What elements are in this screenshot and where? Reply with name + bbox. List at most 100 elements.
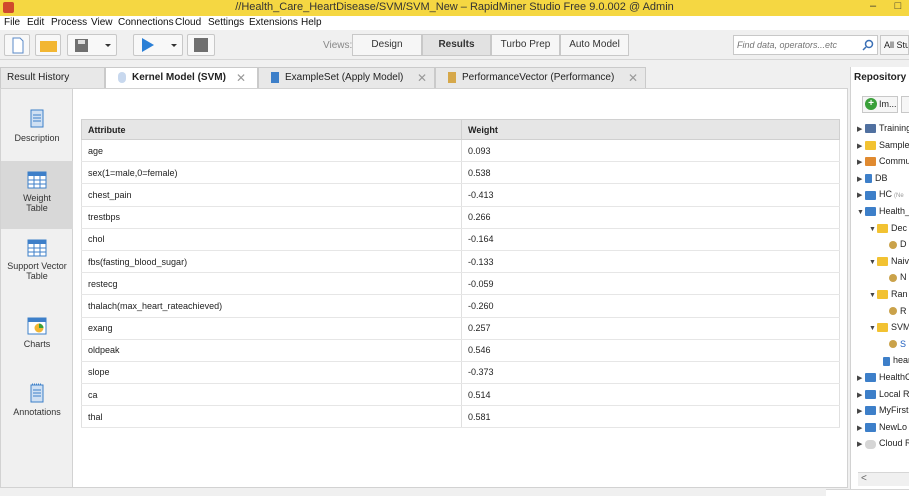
repository-item-label: hear [893,355,909,366]
menu-process[interactable]: Process [51,17,87,28]
sidebar-item-label: Annotations [13,407,61,417]
menu-settings[interactable]: Settings [208,17,244,28]
repository-item[interactable]: ▶ MyFirst [857,403,909,417]
view-results-button[interactable]: Results [422,34,491,56]
expand-arrow-icon[interactable]: ▶ [857,372,865,386]
table-row[interactable]: thal 0.581 [81,405,840,429]
repository-item[interactable]: ▼ Naiv [869,254,909,268]
table-row[interactable]: slope -0.373 [81,361,840,385]
repository-item[interactable]: ▼ Ran [869,287,908,301]
menu-connections[interactable]: Connections [118,17,174,28]
expand-arrow-icon[interactable]: ▶ [857,405,865,419]
table-row[interactable]: sex(1=male,0=female) 0.538 [81,161,840,185]
repository-item[interactable]: D [881,237,907,251]
repository-item[interactable]: ▶ HC (Ne [857,187,904,201]
repository-item[interactable]: ▶ HealthC [857,370,909,384]
save-process-button[interactable] [67,34,117,56]
menu-edit[interactable]: Edit [27,17,44,28]
collapse-arrow-icon[interactable]: ▼ [869,322,877,336]
minimize-button[interactable]: – [866,0,880,12]
global-search-input[interactable] [734,36,854,54]
repository-horizontal-scrollbar[interactable]: < [858,472,909,486]
table-row[interactable]: chol -0.164 [81,228,840,251]
repository-item-label: HealthC [879,372,909,382]
tab-performance-vector[interactable]: PerformanceVector (Performance) ✕ [435,67,646,88]
table-row[interactable]: restecg -0.059 [81,272,840,296]
sidebar-item-charts[interactable]: Charts [1,313,73,357]
import-data-button[interactable]: + Im... [862,96,898,113]
repository-item[interactable]: N [881,270,907,284]
tab-label: PerformanceVector (Performance) [462,72,615,83]
folder-icon [877,290,888,300]
collapse-arrow-icon[interactable]: ▼ [869,223,877,237]
expand-arrow-icon[interactable]: ▶ [857,173,865,187]
repository-menu-button[interactable] [901,96,909,113]
weight-cell: -0.059 [461,272,840,296]
open-process-button[interactable] [35,34,61,56]
table-row[interactable]: oldpeak 0.546 [81,339,840,362]
collapse-arrow-icon[interactable]: ▼ [857,206,865,220]
table-row[interactable]: exang 0.257 [81,317,840,340]
expand-arrow-icon[interactable]: ▶ [857,156,865,170]
close-icon[interactable]: ✕ [417,68,427,88]
expand-arrow-icon[interactable]: ▶ [857,438,865,452]
close-icon[interactable]: ✕ [628,68,638,88]
table-row[interactable]: thalach(max_heart_rateachieved) -0.260 [81,294,840,318]
close-icon[interactable]: ✕ [236,68,246,88]
repository-item[interactable]: ▶ Community [857,154,909,168]
view-design-button[interactable]: Design [352,34,422,56]
menu-view[interactable]: View [91,17,113,28]
sidebar-item-weight-table[interactable]: Weight Table [1,161,73,229]
repository-item[interactable]: ▶ Cloud R [857,436,909,450]
sidebar-item-description[interactable]: Description [1,105,73,163]
repository-item[interactable]: ▶ Samples [857,138,909,152]
run-process-button[interactable] [133,34,183,56]
menu-help[interactable]: Help [301,17,322,28]
column-header-attribute[interactable]: Attribute [81,119,462,140]
table-row[interactable]: chest_pain -0.413 [81,183,840,207]
expand-arrow-icon[interactable]: ▶ [857,389,865,403]
menu-file[interactable]: File [4,17,20,28]
repository-item[interactable]: ▶ DB [857,171,888,185]
menu-extensions[interactable]: Extensions [249,17,298,28]
account-dropdown[interactable]: All Stu [880,35,909,55]
repository-item[interactable]: ▼ Dec [869,221,907,235]
repository-item[interactable]: ▶ Local R [857,387,909,401]
tab-kernel-model[interactable]: Kernel Model (SVM) ✕ [105,67,258,89]
repository-item[interactable]: ▶ NewLo [857,420,907,434]
expand-arrow-icon[interactable]: ▶ [857,189,865,203]
weight-cell: -0.413 [461,183,840,207]
repository-item[interactable]: R [881,304,907,318]
collapse-arrow-icon[interactable]: ▼ [869,289,877,303]
sidebar-item-support-vector-table[interactable]: Support Vector Table [1,235,73,295]
repository-item[interactable]: S [881,337,906,351]
sidebar-item-annotations[interactable]: Annotations [1,379,73,425]
repository-item[interactable]: hear [875,353,909,367]
collapse-arrow-icon[interactable]: ▼ [869,256,877,270]
expand-arrow-icon[interactable]: ▶ [857,422,865,436]
weight-cell: 0.538 [461,161,840,185]
new-process-button[interactable] [4,34,30,56]
search-icon[interactable] [862,39,874,51]
view-turbo-prep-button[interactable]: Turbo Prep [491,34,560,56]
expand-arrow-icon[interactable]: ▶ [857,123,865,137]
repository-item[interactable]: ▶ Training [857,121,909,135]
view-auto-model-button[interactable]: Auto Model [560,34,629,56]
status-strip [826,489,909,496]
expand-arrow-icon[interactable]: ▶ [857,140,865,154]
menu-cloud[interactable]: Cloud [175,17,201,28]
restore-button[interactable]: □ [891,0,905,12]
scroll-left-icon[interactable]: < [861,473,867,484]
stop-process-button[interactable] [187,34,215,56]
charts-icon [27,317,47,335]
table-row[interactable]: fbs(fasting_blood_sugar) -0.133 [81,250,840,274]
table-row[interactable]: trestbps 0.266 [81,206,840,229]
repository-item[interactable]: ▼ Health_ [857,204,909,218]
repository-item[interactable]: ▼ SVM [869,320,909,334]
table-row[interactable]: age 0.093 [81,139,840,163]
table-row[interactable]: ca 0.514 [81,383,840,407]
tab-example-set[interactable]: ExampleSet (Apply Model) ✕ [258,67,435,88]
new-document-icon [12,37,24,54]
tab-result-history[interactable]: Result History [0,67,105,88]
column-header-weight[interactable]: Weight [461,119,840,140]
